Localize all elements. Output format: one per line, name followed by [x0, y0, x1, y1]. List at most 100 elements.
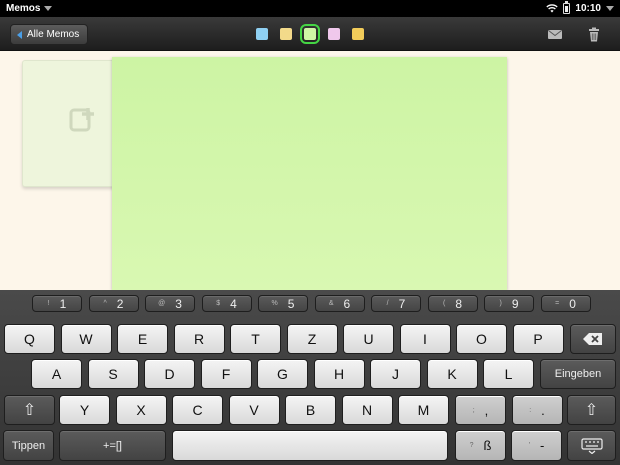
key-m[interactable]: M: [398, 395, 449, 425]
key-p[interactable]: P: [512, 324, 564, 354]
key-alt-label: !: [47, 300, 50, 307]
key-2[interactable]: ^ 2: [88, 295, 139, 312]
color-swatch-green[interactable]: [300, 24, 320, 44]
key-hyphen[interactable]: ' -: [511, 430, 562, 461]
key-alt-label: ?: [469, 442, 474, 449]
key-label: P: [533, 331, 543, 347]
key-label: ß: [483, 438, 492, 453]
key-x[interactable]: X: [115, 395, 167, 425]
key-label: S: [108, 366, 118, 382]
key-g[interactable]: G: [257, 359, 308, 389]
key-label: 0: [569, 296, 576, 311]
key-d[interactable]: D: [144, 359, 195, 389]
backspace-icon: [583, 333, 602, 345]
color-swatch-pink[interactable]: [328, 28, 340, 40]
app-menu[interactable]: Memos: [6, 3, 53, 14]
key-label: .: [541, 402, 545, 418]
key-period[interactable]: :.: [511, 395, 563, 425]
key-i[interactable]: I: [399, 324, 451, 354]
key-e[interactable]: E: [117, 324, 168, 354]
tippen-label: Tippen: [11, 439, 46, 452]
shift-key-right[interactable]: ⇧: [567, 395, 616, 425]
toolbar: Alle Memos: [0, 17, 620, 51]
key-c[interactable]: C: [172, 395, 223, 425]
key-label: 7: [398, 296, 406, 311]
key-label: L: [504, 366, 513, 382]
key-h[interactable]: H: [313, 359, 365, 389]
key-label: X: [136, 402, 146, 418]
key-alt-label: $: [216, 300, 221, 307]
color-swatch-yellow[interactable]: [280, 28, 292, 40]
key-comma[interactable]: ;,: [455, 395, 506, 425]
email-icon[interactable]: [547, 27, 563, 42]
color-swatch-orange[interactable]: [352, 28, 364, 40]
backspace-key[interactable]: [570, 324, 616, 354]
key-alt-label: ): [499, 300, 502, 307]
key-r[interactable]: R: [173, 324, 225, 354]
app-menu-caret-icon: [44, 6, 53, 11]
status-indicators[interactable]: 10:10: [546, 1, 614, 14]
key-u[interactable]: U: [343, 324, 394, 354]
enter-label: Eingeben: [554, 368, 602, 380]
key-eszett[interactable]: ? ß: [455, 430, 506, 461]
all-memos-button[interactable]: Alle Memos: [10, 24, 89, 45]
key-label: Z: [307, 331, 317, 347]
key-t[interactable]: T: [230, 324, 281, 354]
key-l[interactable]: L: [483, 359, 534, 389]
memo-note[interactable]: [112, 57, 507, 290]
enter-key[interactable]: Eingeben: [540, 359, 616, 389]
key-o[interactable]: O: [456, 324, 507, 354]
key-label: 4: [230, 296, 237, 311]
key-0[interactable]: = 0: [540, 295, 591, 312]
key-alt-label: %: [271, 300, 278, 307]
key-label: 8: [455, 296, 463, 311]
keyboard-hide-icon: [580, 437, 603, 454]
key-y[interactable]: Y: [59, 395, 110, 425]
new-memo-icon: [69, 108, 94, 132]
shift-icon: ⇧: [22, 402, 37, 419]
key-z[interactable]: Z: [286, 324, 338, 354]
key-label: U: [363, 331, 374, 347]
key-1[interactable]: ! 1: [32, 295, 82, 312]
key-v[interactable]: V: [228, 395, 280, 425]
key-label: D: [164, 366, 175, 382]
hide-keyboard-key[interactable]: [567, 430, 616, 461]
key-label: Y: [79, 402, 90, 418]
key-n[interactable]: N: [341, 395, 393, 425]
key-b[interactable]: B: [285, 395, 336, 425]
key-label: W: [79, 331, 93, 347]
key-label: ,: [484, 402, 489, 418]
key-label: T: [251, 331, 260, 347]
key-a[interactable]: A: [31, 359, 82, 389]
key-8[interactable]: (8: [427, 295, 478, 312]
key-3[interactable]: @3: [145, 295, 195, 312]
key-label: N: [361, 402, 373, 418]
key-label: -: [540, 438, 545, 453]
key-alt-label: @: [158, 300, 166, 307]
key-5[interactable]: % 5: [258, 295, 308, 312]
key-label: 5: [287, 296, 295, 311]
shift-key-left[interactable]: ⇧: [4, 395, 55, 425]
symbols-key[interactable]: +=[]: [59, 430, 166, 461]
key-9[interactable]: ) 9: [484, 295, 534, 312]
key-label: I: [423, 331, 427, 347]
shift-icon: ⇧: [584, 402, 599, 419]
key-label: V: [249, 402, 259, 418]
key-w[interactable]: W: [60, 324, 112, 354]
trash-icon[interactable]: [586, 27, 602, 42]
wifi-icon: [546, 4, 559, 13]
key-label: A: [51, 366, 62, 382]
tippen-key[interactable]: Tippen: [3, 430, 54, 461]
key-j[interactable]: J: [370, 359, 421, 389]
key-7[interactable]: /7: [371, 295, 421, 312]
app-name: Memos: [6, 3, 41, 14]
device-menu-caret-icon: [606, 6, 614, 11]
color-swatch-blue[interactable]: [256, 28, 268, 40]
key-k[interactable]: K: [426, 359, 478, 389]
key-q[interactable]: Q: [4, 324, 55, 354]
key-4[interactable]: $4: [201, 295, 252, 312]
key-6[interactable]: & 6: [314, 295, 365, 312]
key-f[interactable]: F: [200, 359, 252, 389]
space-key[interactable]: [172, 430, 448, 461]
key-s[interactable]: S: [87, 359, 139, 389]
